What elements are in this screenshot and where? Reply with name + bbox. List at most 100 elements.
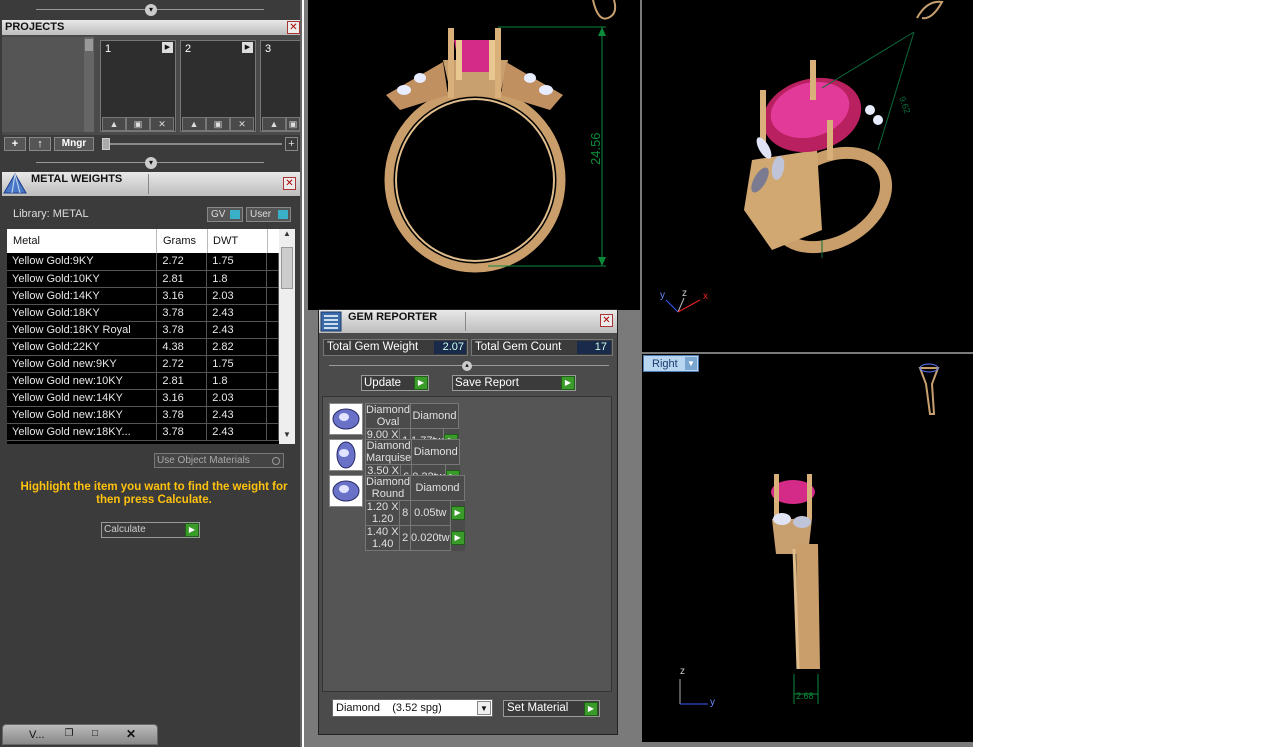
dwt-cell: 1.8 [206,372,267,390]
right-dimension-label: 2.68 [796,691,814,701]
close-projects-icon[interactable]: ✕ [287,21,300,34]
projects-toolbar: + ↑ Mngr + [2,136,300,154]
project-slot[interactable]: 1 ▶ ▲ ▣ ✕ [100,40,176,132]
grams-cell: 2.72 [156,253,208,271]
metal-weights-title: METAL WEIGHTS [31,173,123,185]
table-row[interactable]: Yellow Gold:18KY Royal 3.78 2.43 [7,321,280,339]
upload-icon[interactable]: ▲ [182,117,206,131]
close-gem-reporter-icon[interactable]: ✕ [600,314,613,327]
table-row[interactable]: Yellow Gold:18KY 3.78 2.43 [7,304,280,322]
dwt-cell: 2.03 [206,389,267,407]
column-header[interactable]: Metal [13,235,40,247]
gem-name: Diamond Marquise [364,439,413,465]
save-report-button[interactable]: Save Report ▶ [452,375,576,391]
gem-size-row[interactable]: 1.20 X 1.20 8 0.05tw ▶ [364,500,465,526]
move-up-button[interactable]: ↑ [29,137,51,151]
zoom-slider[interactable] [102,138,282,150]
metal-name-cell: Yellow Gold:18KY Royal [7,321,158,339]
column-header[interactable]: DWT [213,235,238,247]
minimized-window[interactable]: V... ❐ □ ✕ [2,724,158,745]
gem-count-cell: 8 [399,500,412,526]
go-icon: ▶ [561,376,575,390]
grams-cell: 2.81 [156,270,208,288]
close-metal-weights-icon[interactable]: ✕ [283,177,296,190]
right-viewport[interactable]: Right ▼ 2.68 z y [642,354,973,742]
material-select[interactable]: Diamond (3.52 spg) ▼ [332,699,493,717]
delete-icon[interactable]: ✕ [150,117,174,131]
metal-rows: Yellow Gold:9KY 2.72 1.75 Yellow Gold:10KY 2… [7,253,280,441]
select-gem-icon[interactable]: ▶ [450,531,465,545]
restore-icon[interactable]: ❐ [61,728,77,741]
metal-table-scrollbar[interactable]: ▲ ▼ [279,229,295,444]
zoom-plus-button[interactable]: + [285,137,298,151]
collapse-icon[interactable]: ▾ [145,4,157,16]
table-row[interactable]: Yellow Gold new:14KY 3.16 2.03 [7,389,280,407]
gem-material: Diamond [411,439,461,465]
gem-shape-icon [329,439,363,471]
user-toggle[interactable]: User [246,207,291,222]
save-icon[interactable]: ▣ [286,117,300,131]
use-object-materials-toggle[interactable]: Use Object Materials [154,453,284,468]
gv-toggle[interactable]: GV [207,207,243,222]
table-row[interactable]: Yellow Gold:14KY 3.16 2.03 [7,287,280,305]
play-icon[interactable]: ▶ [162,42,173,53]
perspective-viewport[interactable]: y z x 9.62 [642,0,973,352]
mid-splitter[interactable]: ▾ [0,155,302,171]
save-icon[interactable]: ▣ [206,117,230,131]
calculate-button[interactable]: Calculate ▶ [101,522,200,538]
upload-icon[interactable]: ▲ [102,117,126,131]
upload-icon[interactable]: ▲ [262,117,286,131]
set-material-button[interactable]: Set Material ▶ [503,700,600,717]
table-row[interactable]: Yellow Gold:9KY 2.72 1.75 [7,253,280,271]
metal-name-cell: Yellow Gold new:9KY [7,355,158,373]
table-row[interactable]: Yellow Gold new:9KY 2.72 1.75 [7,355,280,373]
gem-name: Diamond Oval [364,403,412,429]
table-row[interactable]: Yellow Gold:10KY 2.81 1.8 [7,270,280,288]
projects-scrollbar[interactable] [84,37,94,132]
metal-name-cell: Yellow Gold:14KY [7,287,158,305]
axis-y-label: y [660,290,665,301]
update-button[interactable]: Update ▶ [361,375,429,391]
left-panel: ▾ PROJECTS ✕ 1 ▶ ▲ ▣ ✕ 2 ▶ ▲ ▣ ✕ 3 ▲ ▣ +… [0,0,302,747]
total-gem-weight-value: 2.07 [434,341,466,354]
delete-icon[interactable]: ✕ [230,117,254,131]
gem-size-row[interactable]: 1.40 X 1.40 2 0.020tw ▶ [364,525,465,551]
gem-header-row: Diamond Round Diamond [364,475,466,501]
column-header[interactable]: Grams [163,235,196,247]
dropdown-icon[interactable]: ▼ [477,701,491,715]
pyramid-icon [3,173,27,194]
select-gem-icon[interactable]: ▶ [450,506,465,521]
dwt-cell: 2.43 [206,423,267,441]
collapse-icon[interactable]: ▴ [462,361,472,371]
play-icon[interactable]: ▶ [242,42,253,53]
table-row[interactable]: Yellow Gold new:18KY... 3.78 2.43 [7,423,280,441]
report-splitter[interactable]: ▴ [329,361,609,371]
table-row[interactable]: Yellow Gold new:18KY 3.78 2.43 [7,406,280,424]
go-icon: ▶ [185,523,199,537]
zoom-slider-handle[interactable] [102,138,110,150]
gem-reporter-header: GEM REPORTER [319,310,617,333]
grams-cell: 3.16 [156,389,208,407]
collapse-icon[interactable]: ▾ [145,157,157,169]
project-slot[interactable]: 2 ▶ ▲ ▣ ✕ [180,40,256,132]
perspective-ring-render [665,0,944,313]
project-slot[interactable]: 3 ▲ ▣ [260,40,300,132]
gem-count-cell: 2 [399,525,412,551]
grams-cell: 2.81 [156,372,208,390]
front-dimension-label: 24.56 [588,132,603,165]
row-spacer [266,338,280,356]
axis-z-label: z [682,288,687,299]
front-viewport[interactable]: 24.56 [308,0,640,310]
table-row[interactable]: Yellow Gold:22KY 4.38 2.82 [7,338,280,356]
maximize-icon[interactable]: □ [87,728,103,741]
close-icon[interactable]: ✕ [123,727,139,741]
top-splitter[interactable]: ▾ [0,0,302,19]
total-gem-count-value: 17 [577,341,611,354]
table-row[interactable]: Yellow Gold new:10KY 2.81 1.8 [7,372,280,390]
gem-header-row: Diamond Oval Diamond [364,403,459,429]
add-project-button[interactable]: + [4,137,26,151]
manager-button[interactable]: Mngr [54,137,94,151]
save-icon[interactable]: ▣ [126,117,150,131]
gem-shape-icon [329,475,363,507]
dwt-cell: 2.03 [206,287,267,305]
